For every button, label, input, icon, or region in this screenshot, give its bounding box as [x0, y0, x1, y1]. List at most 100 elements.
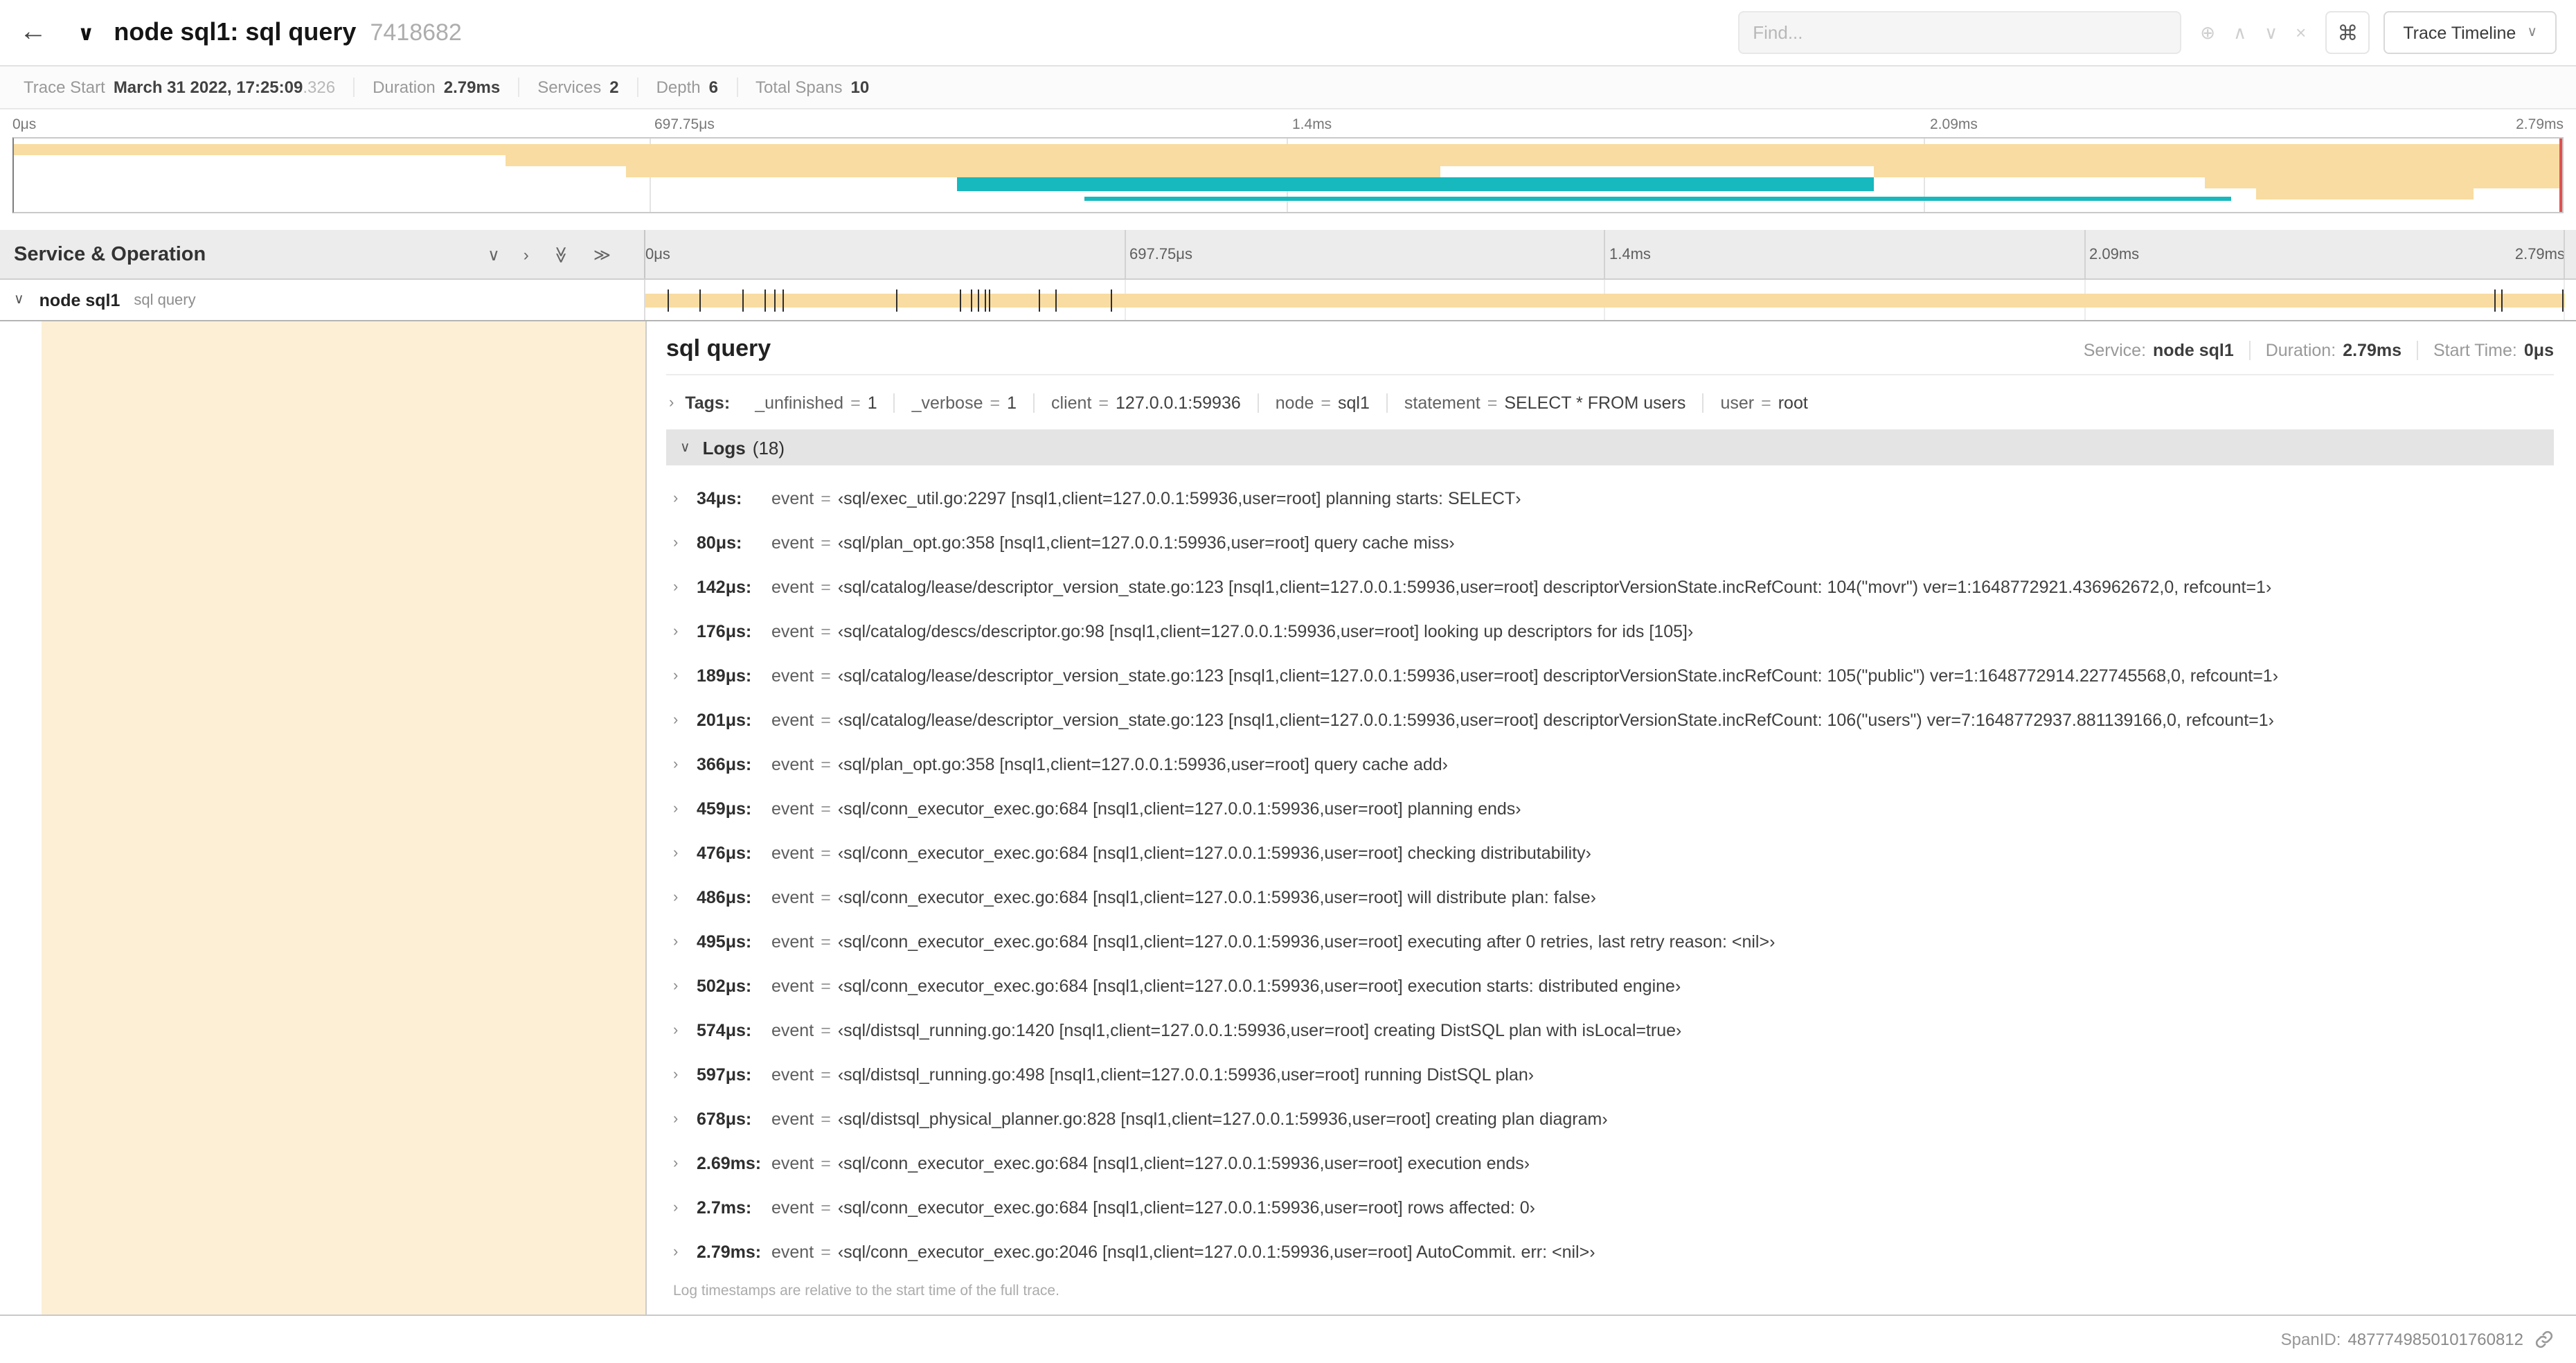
clear-find-icon[interactable]: ×: [2296, 22, 2306, 43]
log-row[interactable]: › 2.79ms: event = ‹sql/conn_executor_exec.go…: [666, 1230, 2554, 1274]
log-field-key: event: [771, 711, 814, 730]
log-field-key: event: [771, 1242, 814, 1262]
log-equals: =: [821, 755, 831, 774]
span-id-row: SpanID: 4877749850101760812: [0, 1316, 2576, 1362]
span-row[interactable]: ∨ node sql1 sql query: [0, 280, 2576, 321]
trace-view-dropdown[interactable]: Trace Timeline ∨: [2383, 11, 2557, 54]
time-scale-label: 2.79ms: [2516, 116, 2564, 133]
log-row[interactable]: › 476μs: event = ‹sql/conn_executor_exec.go:…: [666, 831, 2554, 875]
log-event-tick: [895, 289, 897, 312]
minimap-span-bar: [625, 166, 1441, 177]
log-event-tick: [699, 289, 701, 312]
log-row[interactable]: › 201μs: event = ‹sql/catalog/lease/descript…: [666, 698, 2554, 742]
tag-item[interactable]: statement = SELECT * FROM users: [1388, 393, 1704, 413]
log-equals: =: [821, 666, 831, 686]
log-row[interactable]: › 459μs: event = ‹sql/conn_executor_exec.go:…: [666, 787, 2554, 831]
log-field-value: ‹sql/conn_executor_exec.go:684 [nsql1,cl…: [837, 1198, 1535, 1218]
tag-equals: =: [1487, 393, 1498, 413]
collapse-trace-chevron-icon[interactable]: ∨: [78, 20, 94, 45]
log-equals: =: [821, 888, 831, 907]
chevron-right-icon: ›: [673, 490, 679, 507]
summary-item: Depth 6: [638, 78, 738, 97]
log-row[interactable]: › 597μs: event = ‹sql/distsql_running.go:498…: [666, 1053, 2554, 1097]
timeline-header-row: Service & Operation ∨ › ≫ ≫ 0μs 697.75μs 1…: [0, 230, 2576, 280]
double-chevron-down-icon[interactable]: ≫: [551, 245, 571, 262]
log-row[interactable]: › 574μs: event = ‹sql/distsql_running.go:142…: [666, 1008, 2554, 1053]
time-scale-label: 2.09ms: [1930, 116, 1978, 133]
tag-item[interactable]: user = root: [1703, 393, 1824, 413]
chevron-right-icon: ›: [673, 1022, 679, 1039]
log-row[interactable]: › 2.69ms: event = ‹sql/conn_executor_exec.go…: [666, 1141, 2554, 1186]
log-row[interactable]: › 495μs: event = ‹sql/conn_executor_exec.go:…: [666, 920, 2554, 964]
scrubber-line[interactable]: [2559, 139, 2562, 212]
summary-item: Duration 2.79ms: [355, 78, 520, 97]
log-row[interactable]: › 189μs: event = ‹sql/catalog/lease/descript…: [666, 654, 2554, 698]
prev-match-icon[interactable]: ∧: [2233, 21, 2246, 44]
log-field-key: event: [771, 1154, 814, 1173]
log-equals: =: [821, 622, 831, 641]
log-row[interactable]: › 502μs: event = ‹sql/conn_executor_exec.go:…: [666, 964, 2554, 1008]
log-timestamp: 201μs:: [697, 711, 752, 730]
tag-item[interactable]: node = sql1: [1259, 393, 1388, 413]
log-row[interactable]: › 678μs: event = ‹sql/distsql_physical_plann…: [666, 1097, 2554, 1141]
tag-item[interactable]: client = 127.0.0.1:59936: [1035, 393, 1259, 413]
tag-key: client: [1051, 393, 1092, 413]
summary-value: 6: [708, 78, 719, 97]
log-row[interactable]: › 142μs: event = ‹sql/catalog/lease/descript…: [666, 565, 2554, 609]
chevron-right-icon: ›: [673, 756, 679, 773]
log-row[interactable]: › 80μs: event = ‹sql/plan_opt.go:358 [nsql1,…: [666, 521, 2554, 565]
minimap-canvas[interactable]: [12, 137, 2564, 213]
tag-value: 1: [867, 393, 877, 413]
chevron-right-icon: ›: [673, 934, 679, 950]
log-row[interactable]: › 2.7ms: event = ‹sql/conn_executor_exec.go:…: [666, 1186, 2554, 1230]
logs-header[interactable]: ∨ Logs (18): [666, 429, 2554, 465]
tags-row[interactable]: › Tags: _unfinished = 1 _verbose = 1 client = 12…: [666, 388, 2554, 418]
top-bar: ← ∨ node sql1: sql query 7418682 ⊕ ∧ ∨ ×…: [0, 0, 2576, 66]
log-equals: =: [821, 1198, 831, 1218]
log-field-key: event: [771, 578, 814, 597]
log-row[interactable]: › 34μs: event = ‹sql/exec_util.go:2297 [nsql…: [666, 476, 2554, 521]
log-field-value: ‹sql/distsql_physical_planner.go:828 [ns…: [837, 1110, 1608, 1129]
collapse-span-chevron-icon[interactable]: ∨: [14, 292, 24, 308]
back-button[interactable]: ←: [19, 17, 61, 48]
tag-value: root: [1778, 393, 1808, 413]
summary-value: 2: [609, 78, 619, 97]
span-duration-bar[interactable]: [645, 294, 2565, 308]
tag-item[interactable]: _verbose = 1: [895, 393, 1035, 413]
log-row[interactable]: › 176μs: event = ‹sql/catalog/descs/descript…: [666, 609, 2554, 654]
chevron-right-icon: ›: [673, 579, 679, 596]
log-field-value: ‹sql/catalog/descs/descriptor.go:98 [nsq…: [837, 622, 1694, 641]
next-match-icon[interactable]: ∨: [2264, 21, 2278, 44]
focus-match-icon[interactable]: ⊕: [2200, 21, 2215, 44]
page-title: node sql1: sql query: [114, 18, 357, 46]
span-timeline-cell[interactable]: [645, 280, 2576, 320]
chevron-right-icon: ›: [669, 395, 674, 411]
tag-key: _unfinished: [755, 393, 844, 413]
link-icon[interactable]: [2534, 1329, 2554, 1348]
double-chevron-right-icon[interactable]: ≫: [593, 244, 611, 264]
minimap-span-bar: [506, 155, 2562, 166]
chevron-right-icon[interactable]: ›: [524, 244, 529, 264]
chevron-down-icon[interactable]: ∨: [488, 244, 500, 264]
tag-item[interactable]: _unfinished = 1: [738, 393, 895, 413]
summary-label: Trace Start: [24, 78, 105, 97]
grid-line: [2564, 230, 2565, 278]
log-event-tick: [1055, 289, 1057, 312]
minimap-span-bar: [2205, 177, 2562, 188]
log-equals: =: [821, 533, 831, 553]
meta-service: Service: node sql1: [2068, 341, 2251, 360]
log-field-key: event: [771, 799, 814, 819]
log-field-value: ‹sql/conn_executor_exec.go:684 [nsql1,cl…: [837, 888, 1596, 907]
find-input[interactable]: [1753, 22, 2166, 43]
log-timestamp: 502μs:: [697, 977, 752, 996]
minimap-span-bar: [1874, 166, 2562, 177]
log-row[interactable]: › 486μs: event = ‹sql/conn_executor_exec.go:…: [666, 875, 2554, 920]
log-event-tick: [971, 289, 973, 312]
log-timestamp: 189μs:: [697, 666, 752, 686]
summary-label: Services: [537, 78, 602, 97]
meta-duration: Duration: 2.79ms: [2251, 341, 2418, 360]
logs-list: › 34μs: event = ‹sql/exec_util.go:2297 [nsql…: [666, 476, 2554, 1274]
log-row[interactable]: › 366μs: event = ‹sql/plan_opt.go:358 [nsql1…: [666, 742, 2554, 787]
chevron-right-icon: ›: [673, 978, 679, 995]
keyboard-shortcuts-button[interactable]: ⌘: [2325, 11, 2370, 54]
